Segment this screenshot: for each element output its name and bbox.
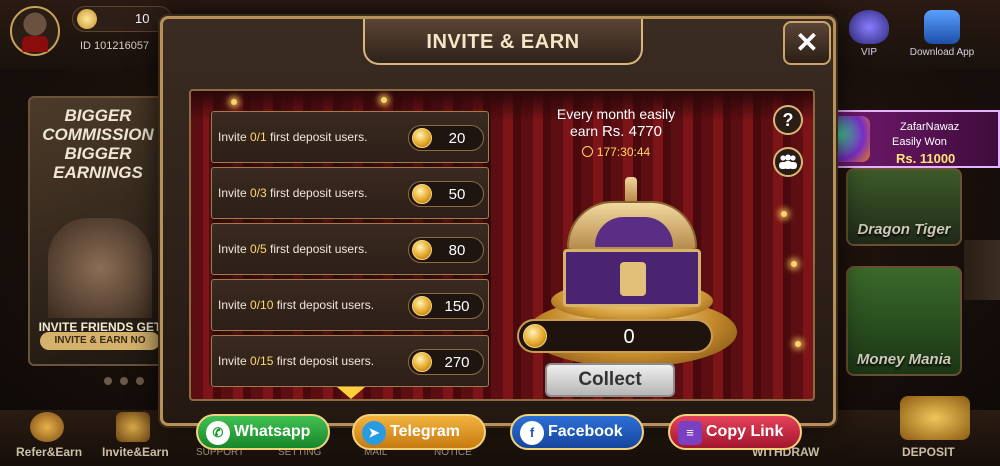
promo-headline: BIGGER COMMISSION BIGGER EARNINGS <box>42 106 154 182</box>
promo-banner[interactable]: BIGGER COMMISSION BIGGER EARNINGS INVITE… <box>28 96 168 366</box>
collected-total-value: 0 <box>623 326 635 348</box>
copy-link-label: Copy Link <box>706 423 784 440</box>
game-tile-label: Dragon Tiger <box>857 221 951 238</box>
invite-earn-icon[interactable] <box>116 412 150 442</box>
task-list: Invite 0/1 first deposit users. 20 Invit… <box>209 111 491 387</box>
whatsapp-icon: ✆ <box>206 421 230 445</box>
coin-icon <box>412 352 432 372</box>
light-bulb <box>381 97 387 103</box>
monthly-earn-amount-line: earn Rs. 4770 <box>570 123 662 140</box>
group-icon[interactable] <box>773 147 803 177</box>
task-row: Invite 0/1 first deposit users. 20 <box>211 111 489 163</box>
light-bulb <box>795 341 801 347</box>
clock-icon <box>581 146 593 157</box>
winner-amount: Rs. 11000 <box>896 151 956 166</box>
copy-link-button[interactable]: ≡ Copy Link <box>668 414 802 450</box>
refer-earn-icon[interactable] <box>30 412 64 442</box>
task-reward: 20 <box>408 125 484 151</box>
player-id: ID 101216057 <box>80 40 150 52</box>
promo-people-image <box>48 218 152 318</box>
deposit-icon[interactable] <box>900 396 970 440</box>
light-bulb <box>781 211 787 217</box>
telegram-label: Telegram <box>390 423 460 440</box>
copy-icon: ≡ <box>678 421 702 445</box>
scroll-down-arrow-icon[interactable] <box>337 387 365 399</box>
light-bulb <box>791 261 797 267</box>
game-tile-label: Money Mania <box>856 351 952 368</box>
task-reward: 150 <box>408 293 484 319</box>
facebook-icon: f <box>520 421 544 445</box>
coin-icon <box>412 240 432 260</box>
coin-icon <box>77 9 97 29</box>
carousel-dots <box>104 372 164 385</box>
collected-total: 0 <box>517 319 713 353</box>
task-row: Invite 0/3 first deposit users. 50 <box>211 167 489 219</box>
vip-icon <box>849 10 889 44</box>
task-label: Invite 0/10 first deposit users. <box>218 298 375 312</box>
nav-invite-earn[interactable]: Invite&Earn <box>102 445 169 459</box>
winner-name: ZafarNawaz <box>900 121 960 133</box>
winner-notification: ZafarNawaz Easily Won Rs. 11000 <box>810 110 1000 168</box>
close-icon[interactable]: ✕ <box>783 21 831 65</box>
task-reward: 50 <box>408 181 484 207</box>
task-label: Invite 0/3 first deposit users. <box>218 186 368 200</box>
telegram-icon: ➤ <box>362 421 386 445</box>
winner-message: Easily Won <box>892 136 947 148</box>
stage-curtain-panel: Invite 0/1 first deposit users. 20 Invit… <box>189 89 815 401</box>
coin-icon <box>412 296 432 316</box>
balance-value: 10 <box>135 11 150 26</box>
whatsapp-button[interactable]: ✆ Whatsapp <box>196 414 330 450</box>
scroll-right-arrow[interactable] <box>964 240 1000 300</box>
modal-title-bar: INVITE & EARN <box>363 19 643 65</box>
invite-earn-modal: INVITE & EARN ✕ Invite 0/1 first deposit… <box>160 16 836 426</box>
task-label: Invite 0/1 first deposit users. <box>218 130 368 144</box>
vip-button[interactable]: VIP <box>842 10 896 62</box>
telegram-button[interactable]: ➤ Telegram <box>352 414 486 450</box>
download-icon <box>924 10 960 44</box>
monthly-earn-line: Every month easily <box>556 106 676 122</box>
game-lobby: 10 ID 101216057 VIP Download App BIGGER … <box>0 0 1000 466</box>
coin-icon <box>523 324 547 348</box>
promo-button[interactable]: INVITE & EARN NO <box>40 332 160 350</box>
task-reward: 270 <box>408 349 484 375</box>
task-row: Invite 0/10 first deposit users. 150 <box>211 279 489 331</box>
help-icon[interactable]: ? <box>773 105 803 135</box>
task-reward: 80 <box>408 237 484 263</box>
coin-icon <box>412 184 432 204</box>
facebook-button[interactable]: f Facebook <box>510 414 644 450</box>
task-label: Invite 0/15 first deposit users. <box>218 354 375 368</box>
balance-bar[interactable]: 10 <box>72 6 172 32</box>
download-label: Download App <box>909 47 975 58</box>
game-tile-money-mania[interactable]: Money Mania <box>846 266 962 376</box>
whatsapp-label: Whatsapp <box>234 423 311 440</box>
player-avatar[interactable] <box>10 6 60 56</box>
treasure-chest-icon <box>563 195 701 307</box>
modal-title: INVITE & EARN <box>426 31 580 53</box>
facebook-label: Facebook <box>548 423 623 440</box>
task-label: Invite 0/5 first deposit users. <box>218 242 368 256</box>
nav-refer-earn[interactable]: Refer&Earn <box>16 445 82 459</box>
task-row: Invite 0/15 first deposit users. 270 <box>211 335 489 387</box>
download-app-button[interactable]: Download App <box>902 10 982 58</box>
light-bulb <box>231 99 237 105</box>
countdown-timer: 177:30:44 <box>531 145 701 159</box>
nav-deposit[interactable]: DEPOSIT <box>902 445 955 459</box>
task-row: Invite 0/5 first deposit users. 80 <box>211 223 489 275</box>
collect-button[interactable]: Collect <box>545 363 675 397</box>
coin-icon <box>412 128 432 148</box>
game-tile-dragon-tiger[interactable]: Dragon Tiger <box>846 168 962 246</box>
vip-label: VIP <box>860 47 878 58</box>
